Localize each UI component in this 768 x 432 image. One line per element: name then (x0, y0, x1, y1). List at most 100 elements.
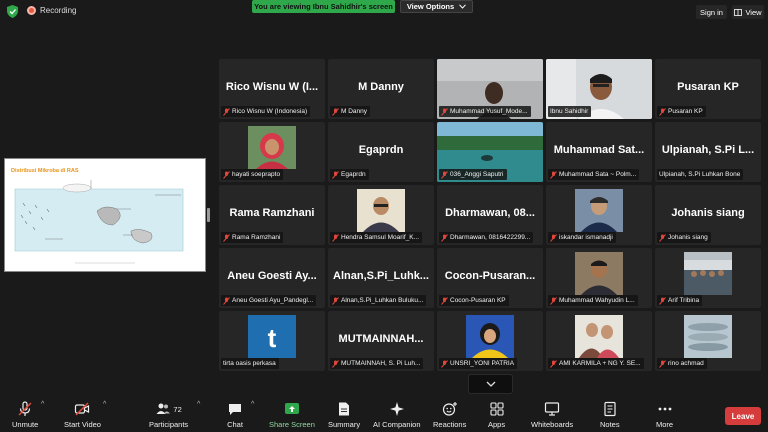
participant-tile[interactable]: Rico Wisnu W (I... Rico Wisnu W (Indones… (219, 59, 325, 119)
mic-off-icon (659, 359, 666, 368)
video-options-caret[interactable]: ^ (103, 401, 106, 408)
apps-button[interactable]: Apps (488, 401, 505, 429)
participant-tile[interactable]: Alnan,S.Pi_Luhk... Alnan,S.Pi_Luhkan Bul… (328, 248, 434, 308)
participant-tile[interactable]: 036_Anggi Saputri (437, 122, 543, 182)
participant-tile[interactable]: Egaprdn Egaprdn (328, 122, 434, 182)
record-icon (27, 6, 36, 15)
participant-tile[interactable]: MUTMAINNAH... MUTMAINNAH, S. Pi Luh... (328, 311, 434, 371)
participant-name-display: M Danny (358, 81, 404, 93)
participant-tile-active-speaker[interactable]: Ibnu Sahidhir (546, 59, 652, 119)
participant-tile[interactable]: Aneu Goesti Ay... Aneu Goesti Ayu_Pandeg… (219, 248, 325, 308)
participant-tile[interactable]: Cocon-Pusaran... Cocon-Pusaran KP (437, 248, 543, 308)
participant-tile[interactable]: AMI KARMILA + NG Y. SE... (546, 311, 652, 371)
participant-name: MUTMAINNAH, S. Pi Luh... (341, 360, 421, 367)
chat-icon (229, 404, 241, 415)
participant-name: rino achmad (668, 360, 704, 367)
recording-label: Recording (40, 6, 77, 15)
participant-tile[interactable]: rino achmad (655, 311, 761, 371)
svg-text:t: t (268, 323, 277, 353)
mic-off-icon (223, 170, 230, 179)
more-button[interactable]: More (656, 401, 673, 429)
view-label: View (745, 7, 762, 17)
participant-name-display: Johanis siang (671, 207, 745, 219)
profile-photo (684, 315, 732, 358)
reactions-button[interactable]: Reactions (433, 401, 466, 429)
participant-tile[interactable]: UNSRI_YONI PATRIA (437, 311, 543, 371)
participants-options-caret[interactable]: ^ (197, 401, 200, 408)
participant-name: Ibnu Sahidhir (550, 108, 589, 115)
whiteboards-button[interactable]: Whiteboards (531, 401, 573, 429)
participant-tile[interactable]: Dharmawan, 08... Dharmawan, 0816422299..… (437, 185, 543, 245)
participant-label: Cocon-Pusaran KP (439, 295, 509, 306)
participant-tile[interactable]: t tirta oasis perkasa (219, 311, 325, 371)
view-options-label: View Options (406, 2, 455, 11)
profile-photo: t (248, 315, 296, 358)
unmute-label: Unmute (12, 420, 39, 429)
participant-tile[interactable]: M Danny M Danny (328, 59, 434, 119)
top-bar: Recording You are viewing Ibnu Sahidhir'… (0, 0, 768, 24)
participant-tile[interactable]: Muhammad Yusuf_Mode... (437, 59, 543, 119)
participant-label: AMI KARMILA + NG Y. SE... (548, 358, 644, 369)
more-label: More (656, 420, 674, 429)
shared-screen[interactable]: Distribusi Mikroba di RAS (4, 158, 206, 272)
unmute-options-caret[interactable]: ^ (41, 401, 44, 408)
participant-label: Muhammad Wahyudin L... (548, 295, 638, 306)
participant-tile[interactable]: hayati soeprapto (219, 122, 325, 182)
notes-button[interactable]: Notes (600, 401, 620, 429)
participant-name: Ulpianah, S.Pi Luhkan Bone (659, 171, 741, 178)
participant-tile[interactable]: Rama Ramzhani Rama Ramzhani (219, 185, 325, 245)
view-options-button[interactable]: View Options (400, 0, 473, 13)
mic-off-icon (18, 401, 32, 416)
resize-handle[interactable] (207, 208, 210, 222)
mic-off-icon (332, 233, 339, 242)
participant-name: 036_Anggi Saputri (450, 171, 504, 178)
participants-label: Participants (149, 420, 189, 429)
next-page-button[interactable] (468, 374, 513, 394)
participant-tile[interactable]: iskandar ismanadji (546, 185, 652, 245)
participant-name: AMI KARMILA + NG Y. SE... (559, 360, 641, 367)
chat-options-caret[interactable]: ^ (251, 401, 254, 408)
mic-off-icon (223, 107, 230, 116)
participant-label: Aneu Goesti Ayu_Pandegl... (221, 295, 317, 306)
participant-label: Hendra Samsul Moarif_K... (330, 232, 423, 243)
leave-button[interactable]: Leave (725, 407, 761, 425)
participant-label: tirta oasis perkasa (221, 358, 279, 369)
participant-name: Dharmawan, 0816422299... (450, 234, 531, 241)
unmute-button[interactable]: Unmute (12, 401, 38, 429)
profile-photo (357, 189, 405, 232)
participant-name-display: Dharmawan, 08... (445, 207, 535, 219)
ai-companion-button[interactable]: AI Companion (373, 401, 421, 429)
shield-icon[interactable] (7, 5, 18, 18)
participant-name: Arif Tribina (668, 297, 700, 304)
participant-tile[interactable]: Ulpianah, S.Pi L... Ulpianah, S.Pi Luhka… (655, 122, 761, 182)
participant-tile[interactable]: Hendra Samsul Moarif_K... (328, 185, 434, 245)
mic-off-icon (659, 233, 666, 242)
participants-count: 72 (173, 404, 182, 414)
start-video-button[interactable]: Start Video (64, 401, 101, 429)
reactions-label: Reactions (433, 420, 467, 429)
mic-off-icon (441, 296, 448, 305)
share-screen-button[interactable]: Share Screen (269, 401, 315, 429)
view-button[interactable]: View (732, 5, 764, 19)
participant-tile[interactable]: Arif Tribina (655, 248, 761, 308)
participant-name: Muhammad Wahyudin L... (559, 297, 635, 304)
mic-off-icon (441, 170, 448, 179)
ai-companion-label: AI Companion (373, 420, 421, 429)
chat-button[interactable]: Chat (227, 401, 243, 429)
participant-tile[interactable]: Johanis siang Johanis siang (655, 185, 761, 245)
profile-photo (684, 252, 732, 295)
participant-tile[interactable]: Muhammad Wahyudin L... (546, 248, 652, 308)
recording-indicator[interactable]: Recording (27, 6, 76, 15)
participant-tile[interactable]: Muhammad Sat... Muhammad Sata ~ Polm... (546, 122, 652, 182)
profile-photo (575, 252, 623, 295)
participants-button[interactable]: 72 Participants (149, 401, 188, 429)
summary-button[interactable]: Summary (328, 401, 360, 429)
share-screen-label: Share Screen (269, 420, 315, 429)
sparkle-icon (389, 402, 404, 416)
mic-off-icon (550, 296, 557, 305)
participant-tile[interactable]: Pusaran KP Pusaran KP (655, 59, 761, 119)
whiteboards-label: Whiteboards (531, 420, 574, 429)
sign-in-button[interactable]: Sign in (696, 5, 727, 19)
participant-label: 036_Anggi Saputri (439, 169, 507, 180)
participant-label: M Danny (330, 106, 371, 117)
